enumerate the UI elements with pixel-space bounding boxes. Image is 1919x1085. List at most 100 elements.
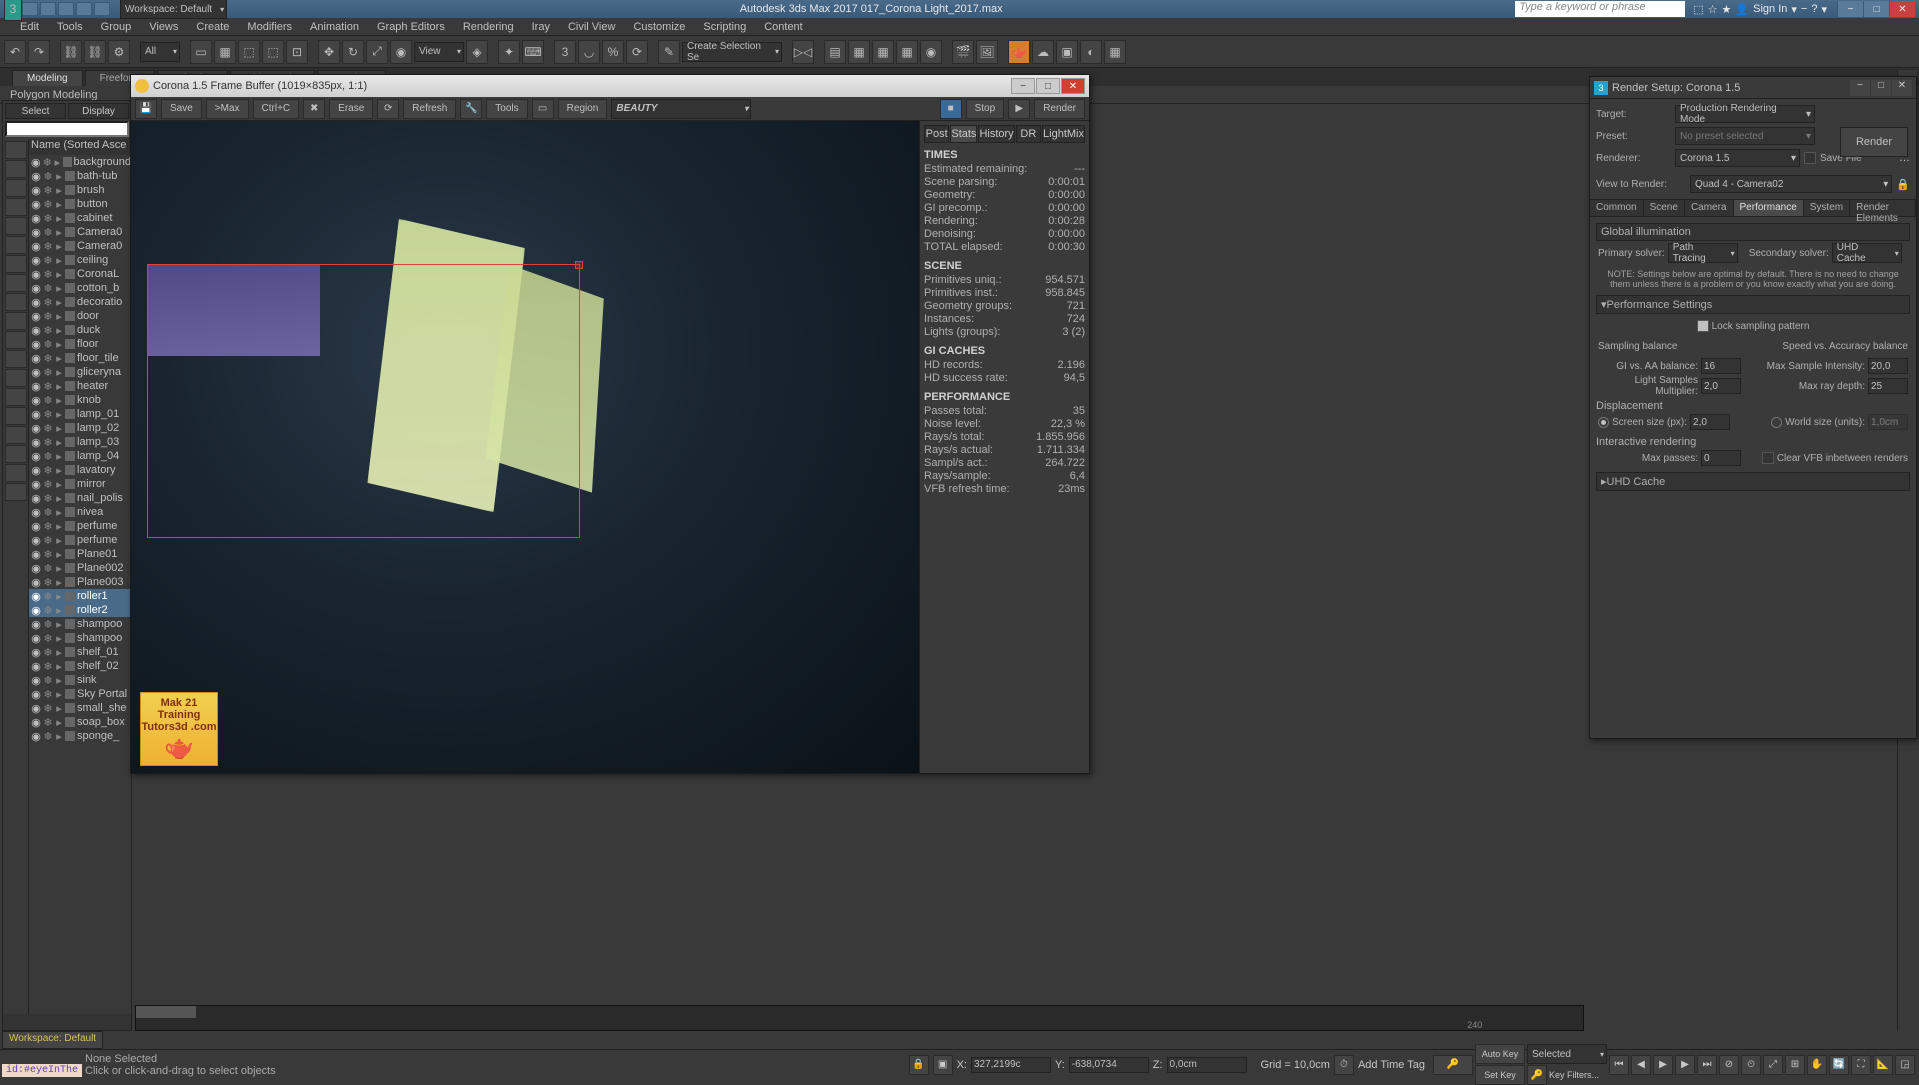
lock-selection-icon[interactable]: 🔒: [909, 1055, 929, 1075]
se-row-door[interactable]: ◉❄▸door: [29, 309, 131, 323]
expand-icon[interactable]: ▸: [55, 310, 63, 323]
se-row-shelf_02[interactable]: ◉❄▸shelf_02: [29, 659, 131, 673]
key-mode-icon[interactable]: ⊘: [1719, 1055, 1739, 1075]
se-scrollbar-footer[interactable]: [3, 1014, 131, 1030]
filter-bone-icon[interactable]: [5, 293, 27, 311]
visibility-icon[interactable]: ◉: [31, 450, 41, 463]
vfb-render-button[interactable]: Render: [1034, 99, 1085, 119]
rs-minimize-button[interactable]: −: [1850, 80, 1870, 96]
visibility-icon[interactable]: ◉: [31, 506, 41, 519]
rs-tab-performance[interactable]: Performance: [1734, 200, 1804, 216]
favorite-icon[interactable]: ★: [1722, 3, 1732, 16]
filter-helper-icon[interactable]: [5, 217, 27, 235]
freeze-icon[interactable]: ❄: [43, 226, 53, 239]
zoom-all-icon[interactable]: ⊞: [1785, 1055, 1805, 1075]
visibility-icon[interactable]: ◉: [31, 688, 41, 701]
menu-customize[interactable]: Customize: [633, 21, 685, 33]
vfb-tomax-button[interactable]: >Max: [206, 99, 249, 119]
menu-content[interactable]: Content: [764, 21, 803, 33]
expand-icon[interactable]: ▸: [55, 226, 63, 239]
se-row-Camera0[interactable]: ◉❄▸Camera0: [29, 239, 131, 253]
expand-icon[interactable]: ▸: [55, 492, 63, 505]
render-region-box[interactable]: [147, 264, 580, 538]
visibility-icon[interactable]: ◉: [31, 702, 41, 715]
rs-secondary-dropdown[interactable]: UHD Cache: [1832, 243, 1902, 263]
visibility-icon[interactable]: ◉: [31, 156, 41, 169]
expand-icon[interactable]: ▸: [55, 562, 63, 575]
goto-end-icon[interactable]: ⏭: [1697, 1055, 1717, 1075]
rs-msi-spinner[interactable]: 20,0: [1868, 358, 1908, 374]
expand-icon[interactable]: ▸: [55, 324, 63, 337]
freeze-icon[interactable]: ❄: [43, 688, 53, 701]
se-row-roller1[interactable]: ◉❄▸roller1: [29, 589, 131, 603]
freeze-icon[interactable]: ❄: [43, 506, 53, 519]
visibility-icon[interactable]: ◉: [31, 394, 41, 407]
freeze-icon[interactable]: ❄: [43, 338, 53, 351]
expand-icon[interactable]: ▸: [55, 716, 63, 729]
freeze-icon[interactable]: ❄: [43, 366, 53, 379]
qa-new-icon[interactable]: [22, 2, 38, 16]
key-mode-dropdown[interactable]: Selected: [1527, 1044, 1607, 1064]
subscription-icon[interactable]: ⬚: [1693, 3, 1703, 16]
freeze-icon[interactable]: ❄: [43, 660, 53, 673]
vfb-save-button[interactable]: Save: [161, 99, 202, 119]
expand-icon[interactable]: ▸: [55, 590, 63, 603]
unlink-icon[interactable]: ⛓: [84, 40, 106, 64]
batch-icon[interactable]: ▦: [1104, 40, 1126, 64]
freeze-icon[interactable]: ❄: [43, 716, 53, 729]
zoom-extents-icon[interactable]: ⤢: [1763, 1055, 1783, 1075]
stats-tab-lightmix[interactable]: LightMix: [1042, 125, 1085, 143]
freeze-icon[interactable]: ❄: [43, 674, 53, 687]
rs-close-button[interactable]: ✕: [1892, 80, 1912, 96]
minimize-button[interactable]: −: [1837, 1, 1863, 17]
next-frame-icon[interactable]: ▶: [1675, 1055, 1695, 1075]
pivot-icon[interactable]: ◈: [466, 40, 488, 64]
se-row-nivea[interactable]: ◉❄▸nivea: [29, 505, 131, 519]
render-setup-icon[interactable]: 🎬: [952, 40, 974, 64]
visibility-icon[interactable]: ◉: [31, 604, 41, 617]
filter-camera-icon[interactable]: [5, 198, 27, 216]
move-icon[interactable]: ✥: [318, 40, 340, 64]
qa-redo-icon[interactable]: [94, 2, 110, 16]
se-row-duck[interactable]: ◉❄▸duck: [29, 323, 131, 337]
rs-savefile-checkbox[interactable]: [1804, 152, 1816, 164]
visibility-icon[interactable]: ◉: [31, 212, 41, 225]
se-row-floor[interactable]: ◉❄▸floor: [29, 337, 131, 351]
se-row-CoronaL[interactable]: ◉❄▸CoronaL: [29, 267, 131, 281]
se-row-shelf_01[interactable]: ◉❄▸shelf_01: [29, 645, 131, 659]
visibility-icon[interactable]: ◉: [31, 254, 41, 267]
freeze-icon[interactable]: ❄: [43, 548, 53, 561]
visibility-icon[interactable]: ◉: [31, 520, 41, 533]
freeze-icon[interactable]: ❄: [43, 352, 53, 365]
user-icon[interactable]: 👤: [1735, 3, 1749, 16]
rs-titlebar[interactable]: 3 Render Setup: Corona 1.5 − □ ✕: [1590, 77, 1916, 99]
visibility-icon[interactable]: ◉: [31, 660, 41, 673]
selection-filter-dropdown[interactable]: All: [140, 42, 180, 62]
se-invert-icon[interactable]: [5, 426, 27, 444]
expand-icon[interactable]: ▸: [55, 184, 63, 197]
freeze-icon[interactable]: ❄: [43, 184, 53, 197]
search-input[interactable]: Type a keyword or phrase: [1515, 1, 1685, 17]
freeze-icon[interactable]: ❄: [43, 170, 53, 183]
qa-open-icon[interactable]: [40, 2, 56, 16]
stats-tab-stats[interactable]: Stats: [950, 125, 977, 143]
orbit-icon[interactable]: 🔄: [1829, 1055, 1849, 1075]
se-row-gliceryna[interactable]: ◉❄▸gliceryna: [29, 365, 131, 379]
autokey-button[interactable]: Auto Key: [1475, 1044, 1525, 1064]
visibility-icon[interactable]: ◉: [31, 478, 41, 491]
expand-icon[interactable]: ▸: [55, 520, 63, 533]
filter-group-icon[interactable]: [5, 255, 27, 273]
freeze-icon[interactable]: ❄: [43, 618, 53, 631]
vfb-tools-icon[interactable]: 🔧: [460, 99, 482, 119]
menu-edit[interactable]: Edit: [20, 21, 39, 33]
named-sel-dropdown[interactable]: Create Selection Se: [682, 42, 782, 62]
workspace-min-icon[interactable]: −: [1801, 3, 1807, 15]
se-row-decoratio[interactable]: ◉❄▸decoratio: [29, 295, 131, 309]
freeze-icon[interactable]: ❄: [43, 730, 53, 743]
fov-icon[interactable]: 📐: [1873, 1055, 1893, 1075]
mirror-icon[interactable]: ▷◁: [792, 40, 814, 64]
expand-icon[interactable]: ▸: [55, 618, 63, 631]
coord-z-input[interactable]: [1167, 1057, 1247, 1073]
redo-icon[interactable]: ↷: [28, 40, 50, 64]
freeze-icon[interactable]: ❄: [43, 254, 53, 267]
